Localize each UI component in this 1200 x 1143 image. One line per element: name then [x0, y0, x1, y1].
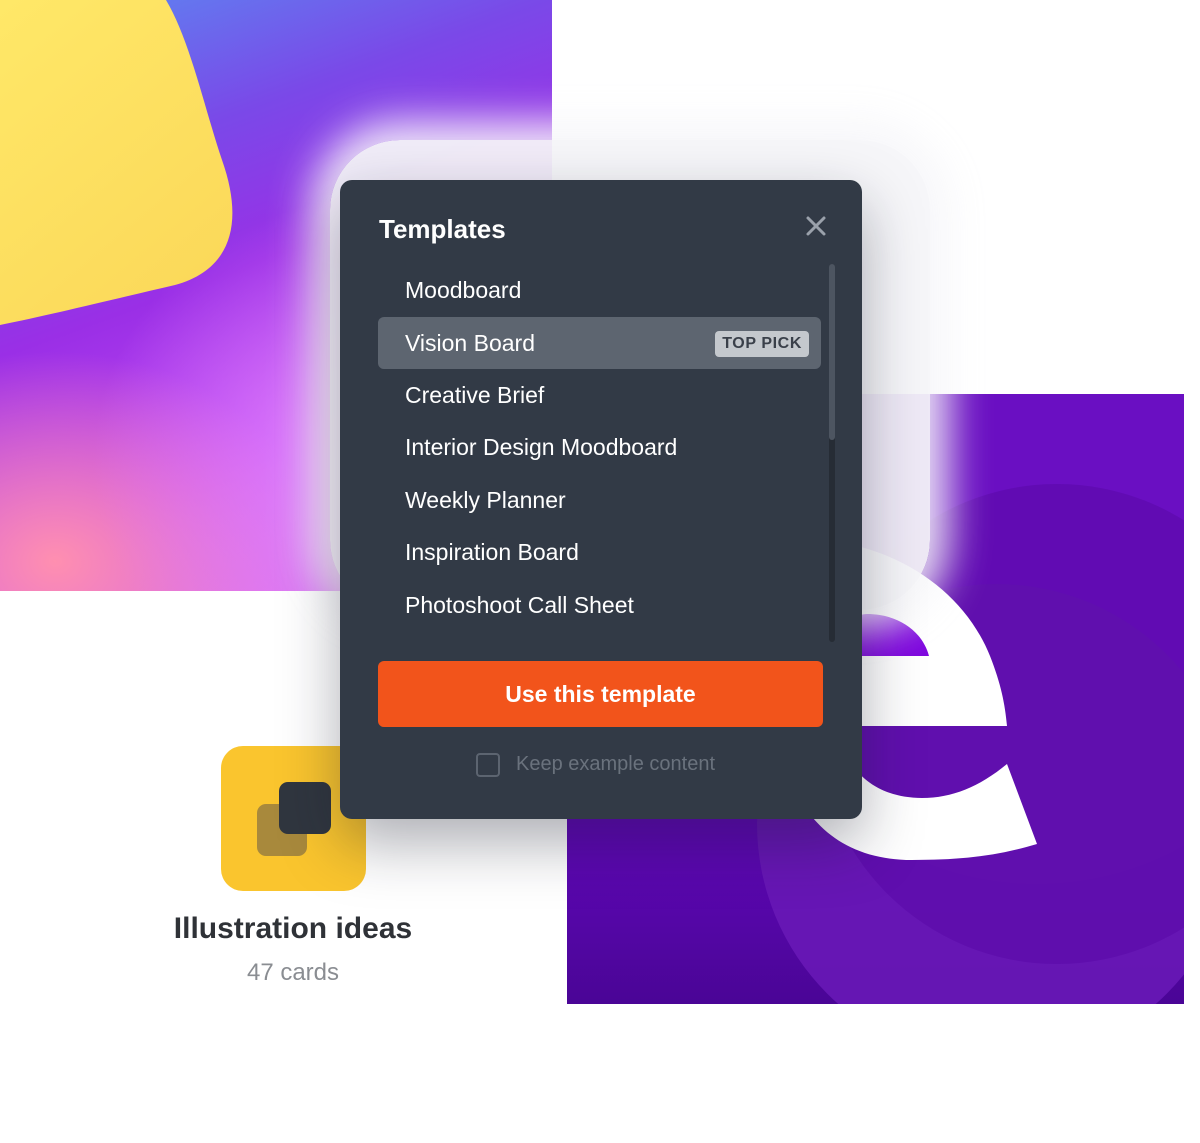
template-item-inspiration-board[interactable]: Inspiration Board: [378, 526, 821, 578]
template-item-label: Creative Brief: [405, 382, 545, 408]
templates-modal: Templates Moodboard Vision Board TOP PIC…: [340, 180, 862, 819]
template-item-moodboard[interactable]: Moodboard: [378, 264, 821, 316]
keep-example-label: Keep example content: [516, 753, 716, 775]
template-item-vision-board[interactable]: Vision Board TOP PICK: [378, 317, 821, 369]
close-button[interactable]: [800, 210, 832, 242]
template-item-label: Photoshoot Call Sheet: [405, 592, 634, 618]
use-template-button[interactable]: Use this template: [378, 661, 823, 727]
template-item-creative-brief[interactable]: Creative Brief: [378, 369, 821, 421]
scrollbar[interactable]: [829, 264, 835, 642]
scrollbar-thumb[interactable]: [829, 264, 835, 440]
top-pick-badge: TOP PICK: [715, 331, 809, 357]
template-item-label: Weekly Planner: [405, 487, 566, 513]
template-item-photoshoot-call-sheet[interactable]: Photoshoot Call Sheet: [378, 579, 821, 631]
modal-title: Templates: [379, 214, 506, 244]
template-item-label: Vision Board: [405, 330, 535, 356]
template-item-weekly-planner[interactable]: Weekly Planner: [378, 474, 821, 526]
template-item-label: Interior Design Moodboard: [405, 434, 678, 460]
board-card-count: 47 cards: [246, 959, 340, 986]
keep-example-checkbox[interactable]: [476, 753, 500, 777]
template-item-label: Inspiration Board: [405, 539, 579, 565]
close-icon: [806, 216, 826, 236]
board-title: Illustration ideas: [173, 912, 413, 945]
board-icon-front-square: [279, 782, 331, 834]
template-item-interior-design-moodboard[interactable]: Interior Design Moodboard: [378, 421, 821, 473]
template-list: Moodboard Vision Board TOP PICK Creative…: [378, 264, 822, 654]
template-item-label: Moodboard: [405, 277, 522, 303]
